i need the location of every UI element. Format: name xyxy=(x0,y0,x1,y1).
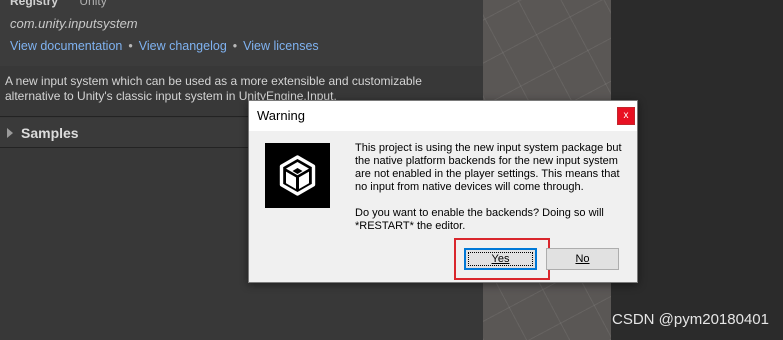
registry-label: Registry xyxy=(10,0,59,8)
link-separator: • xyxy=(128,39,133,53)
message-paragraph: Do you want to enable the backends? Doin… xyxy=(355,207,604,232)
registry-value: Unity xyxy=(79,0,107,8)
link-separator: • xyxy=(232,39,238,53)
no-button[interactable]: No xyxy=(546,248,619,270)
samples-label: Samples xyxy=(21,125,79,141)
view-licenses-link[interactable]: View licenses xyxy=(243,39,319,53)
unity-logo-icon xyxy=(265,143,330,208)
message-paragraph: This project is using the new input syst… xyxy=(355,142,622,193)
package-links: View documentation • View changelog • View l… xyxy=(10,39,319,53)
dialog-message: This project is using the new input syst… xyxy=(355,142,630,233)
no-label: No xyxy=(575,253,590,265)
registry-row: Registry Unity xyxy=(10,0,107,8)
package-header: Registry Unity com.unity.inputsystem Vie… xyxy=(0,0,483,66)
view-changelog-link[interactable]: View changelog xyxy=(139,39,227,53)
dialog-titlebar[interactable]: Warning x xyxy=(249,101,637,131)
yes-button[interactable]: Yes xyxy=(464,248,537,270)
close-button[interactable]: x xyxy=(617,107,635,125)
focus-ring xyxy=(468,252,533,266)
description-line: A new input system which can be used as … xyxy=(5,74,422,88)
close-icon: x xyxy=(623,110,629,121)
foldout-arrow-icon[interactable] xyxy=(7,128,13,138)
package-id: com.unity.inputsystem xyxy=(10,16,138,31)
dialog-title: Warning xyxy=(257,108,305,123)
view-documentation-link[interactable]: View documentation xyxy=(10,39,122,53)
watermark: CSDN @pym20180401 xyxy=(612,311,769,328)
warning-dialog: Warning x This project is using the new … xyxy=(248,100,638,283)
